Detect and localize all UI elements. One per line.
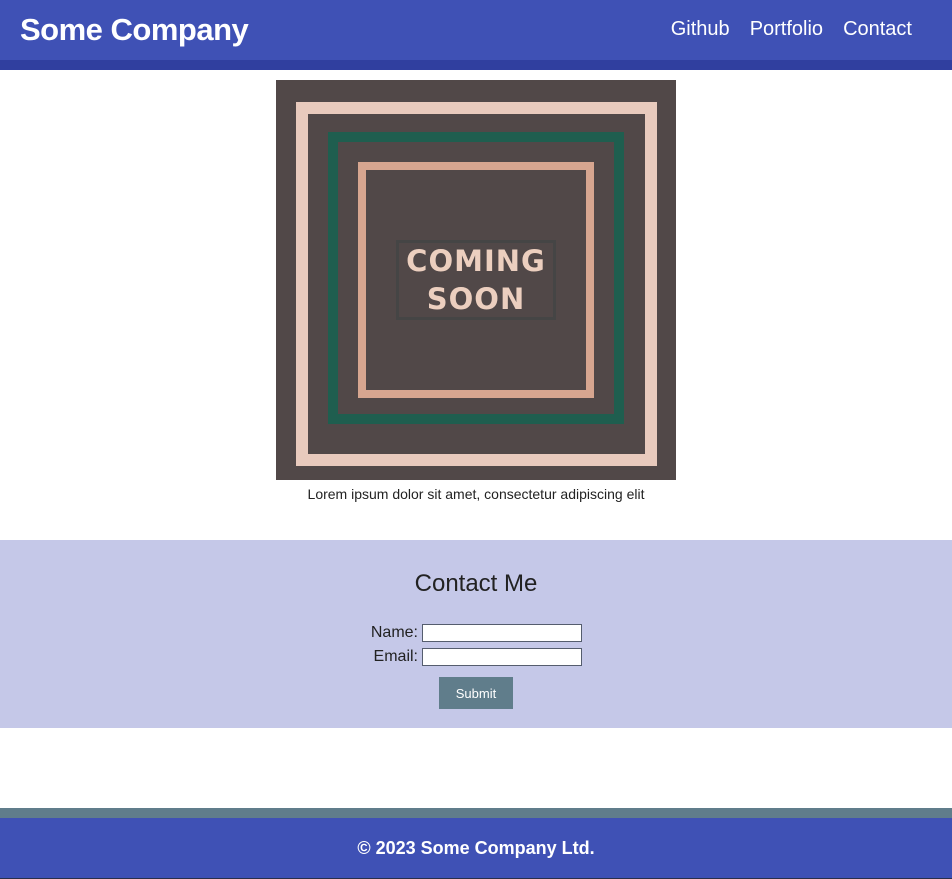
name-row: Name:: [0, 624, 952, 642]
nav-link-github[interactable]: Github: [671, 18, 730, 41]
contact-section: Contact Me Name: Email: Submit: [0, 540, 952, 728]
nav-link-contact[interactable]: Contact: [843, 18, 912, 41]
coming-text: COMING: [406, 244, 546, 278]
email-input[interactable]: [422, 648, 582, 666]
brand-title[interactable]: Some Company: [20, 12, 249, 48]
soon-text: SOON: [426, 282, 526, 316]
email-label: Email:: [373, 648, 418, 665]
main-nav: Github Portfolio Contact: [671, 18, 912, 41]
image-caption: Lorem ipsum dolor sit amet, consectetur …: [307, 486, 645, 502]
nav-link-portfolio[interactable]: Portfolio: [750, 18, 823, 41]
name-label: Name:: [370, 624, 418, 641]
contact-title: Contact Me: [414, 570, 538, 597]
footer-stripe: [0, 808, 952, 818]
footer-copyright: © 2023 Some Company Ltd.: [357, 838, 595, 858]
site-footer: © 2023 Some Company Ltd.: [0, 818, 952, 879]
site-header: Some Company Github Portfolio Contact: [0, 0, 952, 70]
submit-button[interactable]: Submit: [439, 677, 513, 709]
name-input[interactable]: [422, 624, 582, 642]
coming-soon-image: COMING SOON: [276, 80, 676, 480]
email-row: Email:: [0, 648, 952, 666]
coming-soon-label: COMING SOON: [396, 240, 556, 320]
